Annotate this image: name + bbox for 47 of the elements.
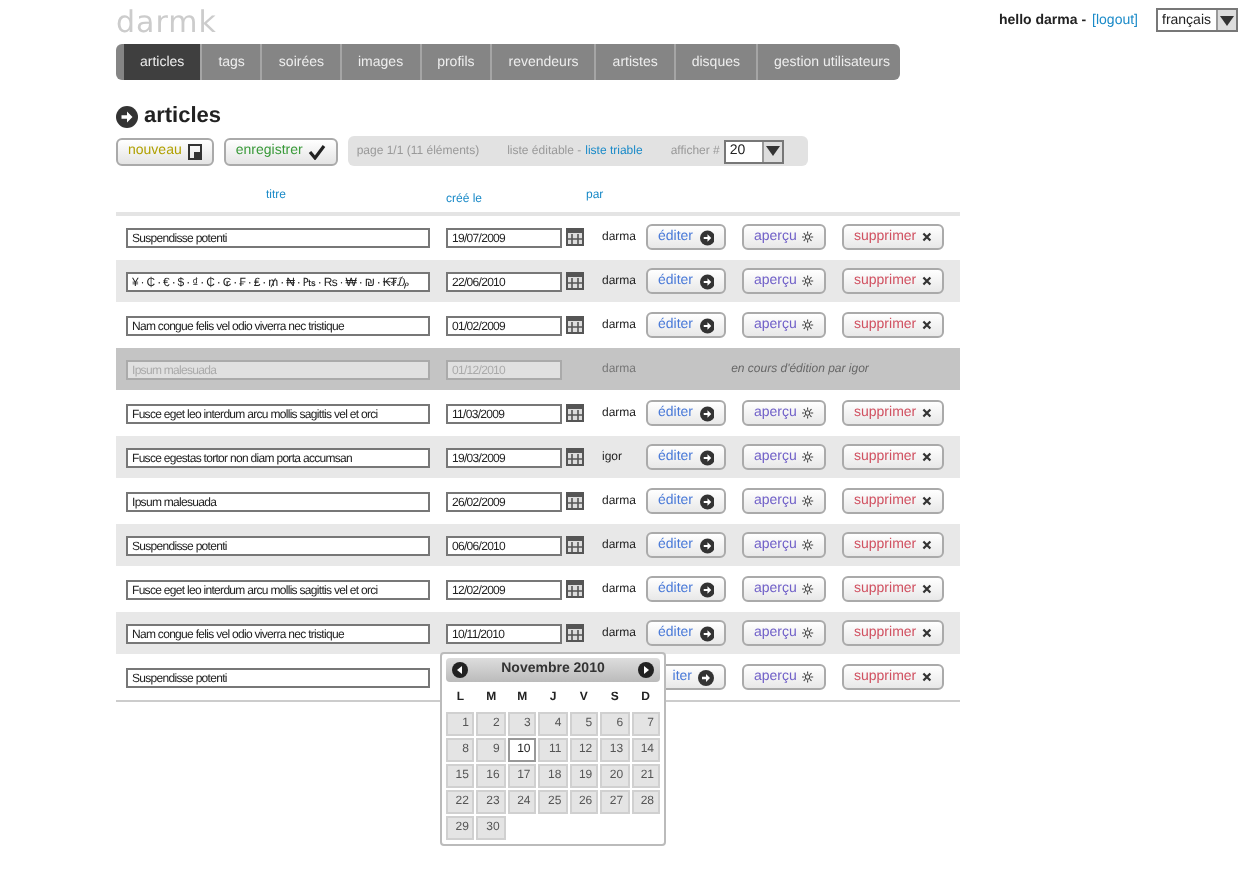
arrow-right-icon <box>699 273 714 289</box>
close-icon <box>922 230 932 244</box>
caret-down-icon <box>1220 15 1234 25</box>
sun-icon <box>802 316 814 334</box>
arrow-right-icon <box>699 229 714 245</box>
sun-icon <box>802 228 814 246</box>
calendar-icon[interactable] <box>566 580 584 598</box>
calendar-icon[interactable] <box>566 404 584 422</box>
arrow-right-icon <box>699 493 714 509</box>
arrow-right-icon <box>699 317 714 333</box>
calendar-icon[interactable] <box>566 316 584 334</box>
close-icon <box>922 494 932 508</box>
sun-icon <box>802 624 814 642</box>
close-icon <box>922 582 932 596</box>
close-icon <box>922 274 932 288</box>
page-title: articles <box>144 104 222 128</box>
sun-icon <box>802 580 814 598</box>
close-icon <box>922 406 932 420</box>
sun-icon <box>802 272 814 290</box>
calendar-icon[interactable] <box>566 536 584 554</box>
close-icon <box>922 626 932 640</box>
sun-icon <box>802 536 814 554</box>
calendar-icon[interactable] <box>566 624 584 642</box>
sun-icon <box>802 448 814 466</box>
close-icon <box>922 450 932 464</box>
arrow-right-icon <box>699 449 714 465</box>
arrow-right-icon <box>116 105 138 127</box>
calendar-icon[interactable] <box>566 492 584 510</box>
sun-icon <box>802 492 814 510</box>
arrow-right-icon <box>699 581 714 597</box>
checkmark-icon <box>308 143 327 159</box>
calendar-icon[interactable] <box>566 272 584 290</box>
calendar-icon[interactable] <box>566 448 584 466</box>
close-icon <box>922 670 932 684</box>
arrow-right-icon <box>699 537 714 553</box>
arrow-right-icon <box>698 669 714 685</box>
arrow-right-icon <box>699 405 714 421</box>
document-icon <box>187 143 202 159</box>
arrow-right-icon <box>699 625 714 641</box>
calendar-icon[interactable] <box>566 228 584 246</box>
close-icon <box>922 318 932 332</box>
next-month-icon[interactable] <box>637 661 654 677</box>
caret-down-icon <box>765 146 780 156</box>
previous-month-icon[interactable] <box>452 661 468 677</box>
close-icon <box>922 538 932 552</box>
sun-icon <box>802 668 814 686</box>
sun-icon <box>802 404 814 422</box>
